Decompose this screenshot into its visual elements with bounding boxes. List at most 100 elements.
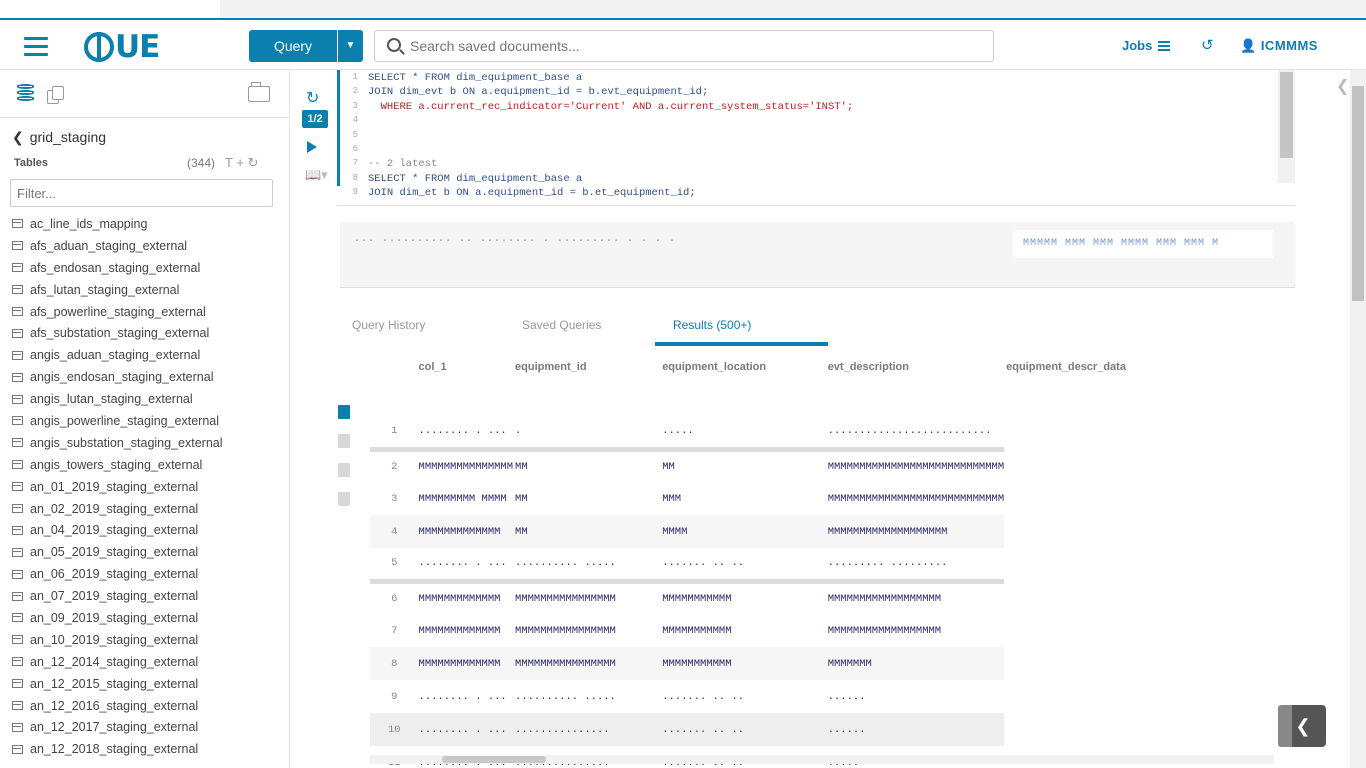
code-line[interactable]: JOIN dim_et b ON a.equipment_id = b.et_e… (368, 187, 696, 199)
table-list-item[interactable]: an_12_2016_staging_external (12, 695, 282, 717)
folder-icon[interactable] (248, 82, 270, 102)
collapse-right-panel-icon[interactable]: ❮ (1336, 76, 1349, 96)
search-box[interactable] (374, 30, 994, 62)
table-name: an_07_2019_staging_external (30, 589, 199, 604)
table-icon (12, 219, 23, 229)
snippet-options-icon[interactable]: 📖▾ (305, 167, 328, 183)
column-header[interactable]: equipment_location (660, 350, 826, 383)
hue-logo[interactable]: UE (84, 29, 160, 65)
grid-cell: ....... .. .. (662, 690, 745, 703)
tab-1[interactable]: Saved Queries (522, 318, 601, 332)
table-list-item[interactable]: afs_aduan_staging_external (12, 235, 282, 257)
table-list-item[interactable]: ac_line_ids_mapping (12, 213, 282, 235)
grid-cell: ..... (662, 425, 694, 438)
columns-icon[interactable] (338, 463, 350, 477)
table-filter-input[interactable] (10, 179, 273, 207)
grid-view-icon[interactable] (338, 405, 350, 419)
column-header[interactable]: col_1 (417, 350, 514, 383)
code-line[interactable]: SELECT * FROM dim_equipment_base a (368, 72, 582, 84)
table-list-item[interactable]: an_06_2019_staging_external (12, 563, 282, 585)
table-list-item[interactable]: angis_lutan_staging_external (12, 388, 282, 410)
table-row[interactable]: 3 MMMMMMMMM MMMM MM MMM MMMMMMMMMMMMMMMMMMMM… (370, 482, 1274, 515)
add-table-icon[interactable]: + (236, 155, 244, 170)
table-row[interactable]: 4 MMMMMMMMMMMMM MM MMMM MMMMMMMMMMMMMMMMMMM (370, 515, 1274, 548)
code-line[interactable]: WHERE a.current_rec_indicator='Current' … (368, 101, 854, 113)
row-number: 9 (391, 690, 398, 703)
hamburger-menu-icon[interactable] (24, 37, 48, 56)
sql-editor[interactable]: 1 SELECT * FROM dim_equipment_base a 2 JOIN… (337, 70, 1295, 199)
grid-hscroll-thumb[interactable] (442, 756, 546, 763)
user-menu[interactable]: 👤 ICMMMS (1240, 38, 1318, 54)
documents-icon[interactable] (47, 86, 65, 104)
filter-type-icon[interactable]: T (225, 155, 233, 170)
page-vertical-scrollbar[interactable] (1350, 70, 1366, 768)
table-row[interactable] (370, 383, 1274, 416)
jobs-label: Jobs (1122, 38, 1153, 53)
code-line[interactable]: -- 2 latest (368, 158, 437, 170)
refresh-icon[interactable]: ↻ (306, 88, 319, 108)
table-list-item[interactable]: an_12_2017_staging_external (12, 716, 282, 738)
tab-2[interactable]: Results (500+) (673, 318, 751, 332)
table-list-item[interactable]: afs_lutan_staging_external (12, 279, 282, 301)
table-list-item[interactable]: angis_towers_staging_external (12, 454, 282, 476)
query-button[interactable]: Query (249, 30, 337, 62)
table-list-item[interactable]: an_04_2019_staging_external (12, 519, 282, 541)
table-row[interactable]: 10........ . ......................... .… (370, 713, 1274, 746)
table-list-item[interactable]: an_02_2019_staging_external (12, 498, 282, 520)
table-list-item[interactable]: an_05_2019_staging_external (12, 541, 282, 563)
table-list-item[interactable]: an_10_2019_staging_external (12, 629, 282, 651)
code-line[interactable]: SELECT * FROM dim_equipment_base a (368, 173, 582, 185)
table-row[interactable]: 1 ........ . ............................… (370, 416, 1274, 449)
editor-scroll-thumb[interactable] (1280, 72, 1293, 158)
table-name: afs_substation_staging_external (30, 326, 210, 341)
table-list-item[interactable]: an_12_2018_staging_external (12, 738, 282, 760)
table-list-item[interactable]: angis_substation_staging_external (12, 432, 282, 454)
table-list-item[interactable]: an_01_2019_staging_external (12, 476, 282, 498)
table-icon (12, 635, 23, 645)
editor-scrollbar[interactable] (1278, 70, 1295, 183)
grid-cell: .......... ..... (515, 557, 616, 570)
query-dropdown-caret-icon[interactable]: ▼ (338, 30, 363, 62)
chart-view-icon[interactable] (338, 434, 350, 448)
back-chevron-icon[interactable]: ❮ (12, 129, 24, 145)
search-input[interactable] (410, 36, 980, 56)
table-row[interactable]: 7 MMMMMMMMMMMMM MMMMMMMMMMMMMMMM MMMMMMMMMM… (370, 614, 1274, 647)
grid-cell: ........ . ... (418, 557, 507, 570)
grid-cell: MMMMMMMMMMMMMMMM (513, 647, 661, 680)
grid-horizontal-scrollbar[interactable] (370, 755, 1274, 764)
table-list-item[interactable]: an_07_2019_staging_external (12, 585, 282, 607)
table-list-item[interactable]: an_09_2019_staging_external (12, 607, 282, 629)
column-header[interactable]: equipment_id (513, 350, 660, 383)
execute-play-icon[interactable] (307, 141, 317, 153)
table-list-item[interactable]: angis_powerline_staging_external (12, 410, 282, 432)
table-name: angis_powerline_staging_external (30, 413, 220, 428)
table-list-item[interactable]: angis_aduan_staging_external (12, 344, 282, 366)
code-line[interactable]: JOIN dim_evt b ON a.equipment_id = b.evt… (368, 86, 708, 98)
download-icon[interactable] (338, 492, 350, 506)
column-header[interactable]: equipment_descr_data (1004, 350, 1274, 383)
history-icon[interactable]: ↺ (1201, 36, 1214, 54)
table-list-item[interactable]: afs_endosan_staging_external (12, 257, 282, 279)
table-list-item[interactable]: afs_substation_staging_external (12, 322, 282, 344)
refresh-tables-icon[interactable]: ↻ (248, 155, 259, 170)
database-breadcrumb[interactable]: ❮ grid_staging (12, 129, 106, 146)
table-list-item[interactable]: an_12_2015_staging_external (12, 673, 282, 695)
jobs-button[interactable]: Jobs (1122, 38, 1171, 53)
tab-0[interactable]: Query History (352, 318, 425, 332)
query-counter-badge[interactable]: 1/2 (302, 110, 328, 128)
table-list-item[interactable]: an_12_2014_staging_external (12, 651, 282, 673)
grid-cell: .......................... (827, 425, 992, 438)
expand-panel-button[interactable]: ❮ (1278, 705, 1326, 747)
table-row[interactable]: 2 MMMMMMMMMMMMMMM MM MM MMMMMMMMMMMMMMMMMMMM… (370, 446, 1274, 482)
table-name: an_12_2015_staging_external (30, 676, 199, 691)
table-list-item[interactable]: angis_endosan_staging_external (12, 366, 282, 388)
table-row[interactable]: 5 ........ . ... .......... ..... ....... .… (370, 548, 1274, 581)
table-row[interactable]: 6 MMMMMMMMMMMMM MMMMMMMMMMMMMMMM MMMMMMMMMM… (370, 578, 1274, 614)
table-row[interactable]: 8 MMMMMMMMMMMMM MMMMMMMMMMMMMMMM MMMMMMMMMM… (370, 647, 1274, 680)
column-header[interactable]: evt_description (826, 350, 1004, 383)
page-vscroll-thumb[interactable] (1352, 86, 1364, 301)
table-row[interactable]: 9 ........ . ... .......... ..... ....... .… (370, 680, 1274, 713)
grid-cell: MMMMMMMMMMMMMMM (416, 446, 514, 482)
table-list-item[interactable]: afs_powerline_staging_external (12, 301, 282, 323)
database-icon[interactable] (17, 84, 34, 104)
